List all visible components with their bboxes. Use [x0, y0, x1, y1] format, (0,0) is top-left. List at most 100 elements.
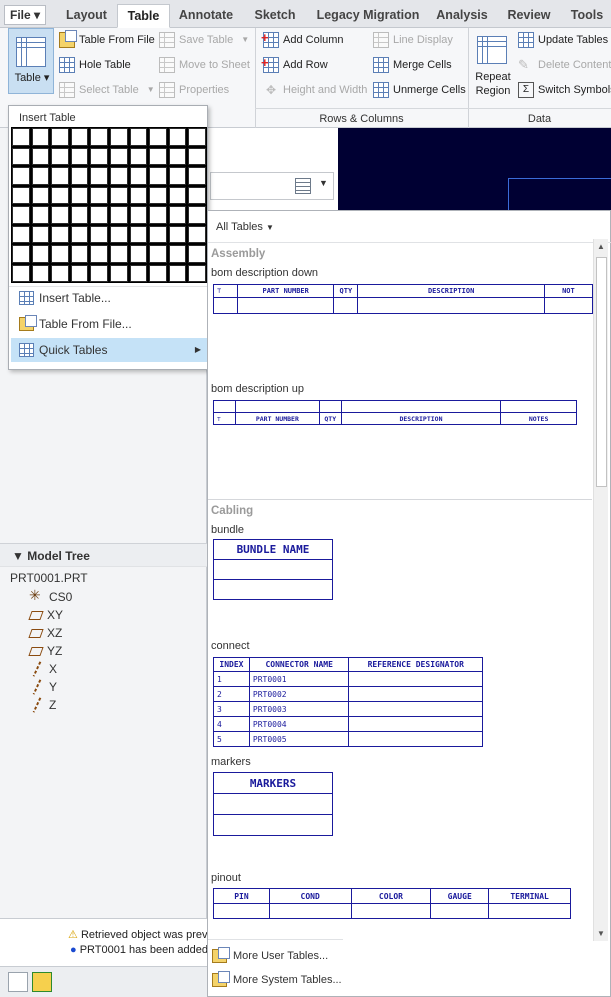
table-filter-dropdown[interactable]: All Tables ▼ [216, 221, 274, 233]
graphics-window[interactable] [338, 128, 611, 218]
insert-table-grid-cell[interactable] [31, 186, 50, 204]
insert-table-grid-cell[interactable] [188, 206, 206, 224]
insert-table-grid-cell[interactable] [90, 245, 108, 263]
insert-table-grid-cell[interactable] [168, 128, 187, 146]
table-preview-bom-down[interactable]: ⊤ PART NUMBER QTY DESCRIPTION NOT [212, 284, 594, 314]
tree-item-yz[interactable]: YZ [28, 642, 62, 660]
unmerge-cells-button[interactable]: Unmerge Cells [373, 80, 466, 100]
insert-table-grid-cell[interactable] [149, 225, 167, 243]
insert-table-grid-cell[interactable] [90, 264, 108, 282]
insert-table-grid-cell[interactable] [149, 186, 167, 204]
insert-table-grid-cell[interactable] [129, 167, 148, 185]
insert-table-grid-cell[interactable] [31, 225, 50, 243]
insert-table-grid-cell[interactable] [31, 147, 50, 165]
tree-item-xy[interactable]: XY [28, 606, 63, 624]
tree-item-xz[interactable]: XZ [28, 624, 62, 642]
table-dropdown-button[interactable]: Table ▾ [8, 28, 54, 94]
add-row-button[interactable]: Add Row [261, 53, 328, 75]
insert-table-grid-cell[interactable] [109, 186, 128, 204]
insert-table-grid-cell[interactable] [129, 128, 148, 146]
browser-icon[interactable] [32, 972, 52, 992]
insert-table-grid-cell[interactable] [90, 128, 108, 146]
table-from-file-item[interactable]: Table From File... [11, 312, 207, 336]
insert-table-grid-cell[interactable] [12, 186, 30, 204]
repeat-region-button[interactable]: Repeat Region [472, 32, 514, 98]
insert-table-grid-cell[interactable] [188, 225, 206, 243]
switch-symbols-button[interactable]: Σ Switch Symbols [518, 80, 611, 100]
tab-layout[interactable]: Layout [56, 4, 117, 28]
tab-table[interactable]: Table [117, 4, 170, 28]
insert-table-grid-cell[interactable] [12, 128, 30, 146]
table-preview-markers[interactable]: MARKERS [213, 772, 333, 836]
insert-table-grid-cell[interactable] [109, 264, 128, 282]
insert-table-grid-cell[interactable] [51, 167, 69, 185]
insert-table-grid-cell[interactable] [149, 245, 167, 263]
insert-table-grid-cell[interactable] [51, 264, 69, 282]
model-tree-header[interactable]: ▼ Model Tree [0, 543, 207, 567]
insert-table-item[interactable]: Insert Table... [11, 286, 207, 310]
hole-table-button[interactable]: Hole Table [59, 55, 131, 75]
properties-button[interactable]: Properties [159, 80, 229, 100]
layer-selector[interactable]: ▼ [210, 172, 334, 200]
save-table-button[interactable]: Save Table ▼ [159, 30, 249, 50]
insert-table-grid-cell[interactable] [188, 128, 206, 146]
insert-table-grid-cell[interactable] [129, 264, 148, 282]
tree-item-cs0[interactable]: CS0 [29, 586, 72, 606]
insert-table-grid-cell[interactable] [70, 245, 89, 263]
delete-contents-button[interactable]: ✎ Delete Contents [518, 55, 611, 75]
scrollbar-thumb[interactable] [596, 257, 607, 487]
insert-table-grid-cell[interactable] [109, 206, 128, 224]
tree-item-y[interactable]: Y [30, 678, 57, 696]
tab-analysis[interactable]: Analysis [428, 4, 496, 28]
insert-table-grid-cell[interactable] [149, 147, 167, 165]
insert-table-grid-cell[interactable] [109, 128, 128, 146]
insert-table-grid-cell[interactable] [129, 147, 148, 165]
insert-table-grid-cell[interactable] [90, 167, 108, 185]
insert-table-grid-cell[interactable] [12, 147, 30, 165]
scroll-up-icon[interactable]: ▲ [597, 242, 605, 251]
insert-table-grid-cell[interactable] [129, 206, 148, 224]
insert-table-grid-cell[interactable] [12, 167, 30, 185]
insert-table-grid-cell[interactable] [51, 225, 69, 243]
insert-table-grid-cell[interactable] [188, 245, 206, 263]
insert-table-grid-cell[interactable] [12, 245, 30, 263]
insert-table-grid-cell[interactable] [129, 245, 148, 263]
table-from-file-button[interactable]: Table From File [59, 30, 155, 50]
insert-table-grid-cell[interactable] [51, 186, 69, 204]
insert-table-grid-cell[interactable] [31, 167, 50, 185]
quick-tables-item[interactable]: Quick Tables ▶ [11, 338, 207, 362]
insert-table-grid-cell[interactable] [31, 128, 50, 146]
insert-table-grid-cell[interactable] [109, 147, 128, 165]
table-preview-pinout[interactable]: PIN COND COLOR GAUGE TERMINAL [213, 888, 571, 919]
move-to-sheet-button[interactable]: Move to Sheet [159, 55, 250, 75]
insert-table-grid-cell[interactable] [90, 147, 108, 165]
tab-sketch[interactable]: Sketch [243, 4, 307, 28]
insert-table-grid-cell[interactable] [70, 147, 89, 165]
insert-table-grid-cell[interactable] [109, 245, 128, 263]
insert-table-grid-cell[interactable] [90, 186, 108, 204]
more-user-tables-item[interactable]: More User Tables... [212, 946, 328, 966]
tab-review[interactable]: Review [498, 4, 560, 28]
insert-table-grid-cell[interactable] [31, 245, 50, 263]
insert-table-grid-cell[interactable] [188, 167, 206, 185]
insert-table-grid-cell[interactable] [129, 225, 148, 243]
insert-table-grid-cell[interactable] [70, 167, 89, 185]
select-table-button[interactable]: Select Table ▼ [59, 80, 155, 100]
insert-table-grid-cell[interactable] [109, 167, 128, 185]
insert-table-grid-cell[interactable] [109, 225, 128, 243]
insert-table-grid[interactable] [11, 127, 207, 283]
tree-root[interactable]: PRT0001.PRT [10, 569, 88, 587]
tab-legacy-migration[interactable]: Legacy Migration [308, 4, 428, 28]
insert-table-grid-cell[interactable] [31, 264, 50, 282]
line-display-button[interactable]: Line Display [373, 30, 453, 50]
insert-table-grid-cell[interactable] [168, 245, 187, 263]
insert-table-grid-cell[interactable] [188, 264, 206, 282]
file-menu-button[interactable]: File ▾ [4, 5, 46, 25]
tab-tools[interactable]: Tools [563, 4, 611, 28]
insert-table-grid-cell[interactable] [31, 206, 50, 224]
insert-table-grid-cell[interactable] [168, 147, 187, 165]
insert-table-grid-cell[interactable] [51, 206, 69, 224]
insert-table-grid-cell[interactable] [70, 225, 89, 243]
tree-toggle-icon[interactable] [8, 972, 28, 992]
insert-table-grid-cell[interactable] [51, 128, 69, 146]
